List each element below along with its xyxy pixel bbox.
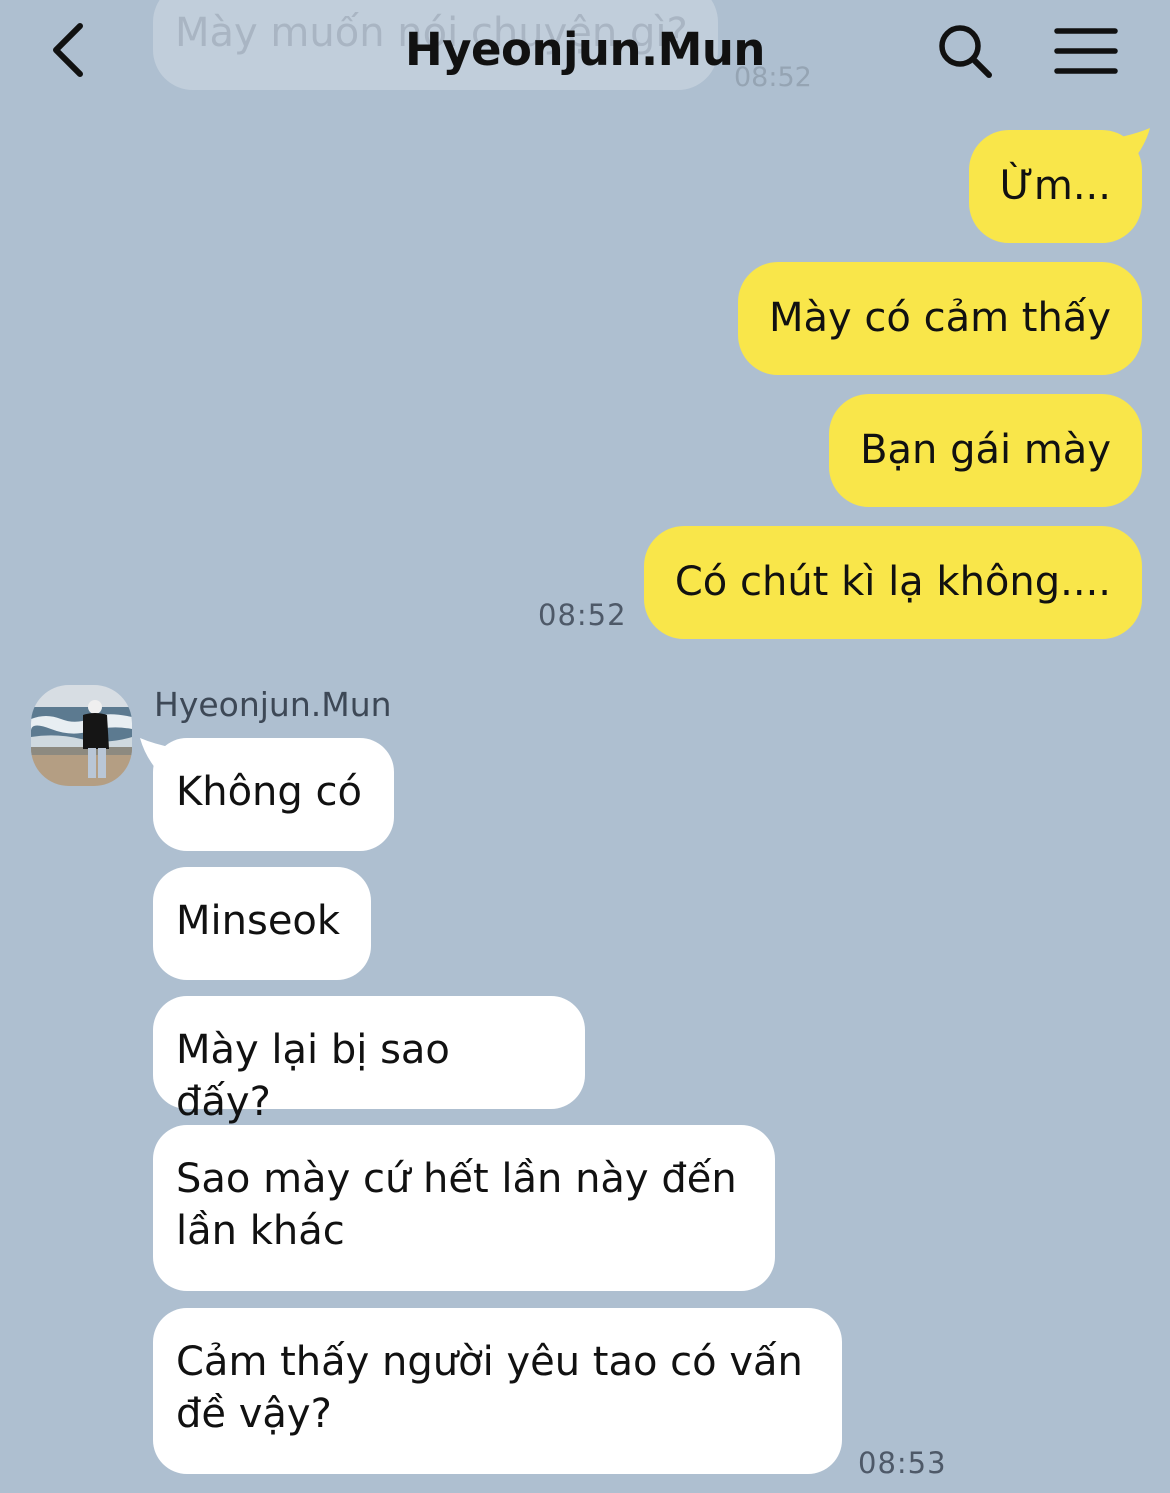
beach-photo-avatar [31, 685, 132, 786]
incoming-message[interactable]: Mày lại bị sao đấy? [153, 996, 585, 1125]
search-button[interactable] [932, 18, 998, 84]
outgoing-message[interactable]: Có chút kì lạ không.... [643, 526, 1142, 639]
incoming-message[interactable]: Không có [153, 738, 394, 851]
hamburger-menu-icon [1054, 28, 1118, 74]
outgoing-message[interactable]: Ừm... [968, 130, 1142, 243]
incoming-message[interactable]: Minseok [153, 867, 371, 980]
chevron-left-icon [53, 23, 83, 77]
chat-header: Hyeonjun.Mun [0, 0, 1170, 100]
menu-button[interactable] [1048, 20, 1124, 82]
outgoing-message[interactable]: Mày có cảm thấy [738, 262, 1142, 375]
sender-name: Hyeonjun.Mun [154, 685, 392, 724]
incoming-message[interactable]: Sao mày cứ hết lần này đến lần khác [153, 1125, 775, 1291]
search-icon [939, 25, 992, 78]
chat-title: Hyeonjun.Mun [405, 23, 765, 76]
incoming-timestamp: 08:53 [858, 1446, 947, 1480]
outgoing-message[interactable]: Bạn gái mày [829, 394, 1142, 507]
back-button[interactable] [38, 18, 98, 82]
incoming-message[interactable]: Cảm thấy người yêu tao có vấn đề vậy? [153, 1308, 842, 1474]
outgoing-timestamp: 08:52 [538, 598, 627, 632]
sender-avatar[interactable] [31, 685, 132, 786]
